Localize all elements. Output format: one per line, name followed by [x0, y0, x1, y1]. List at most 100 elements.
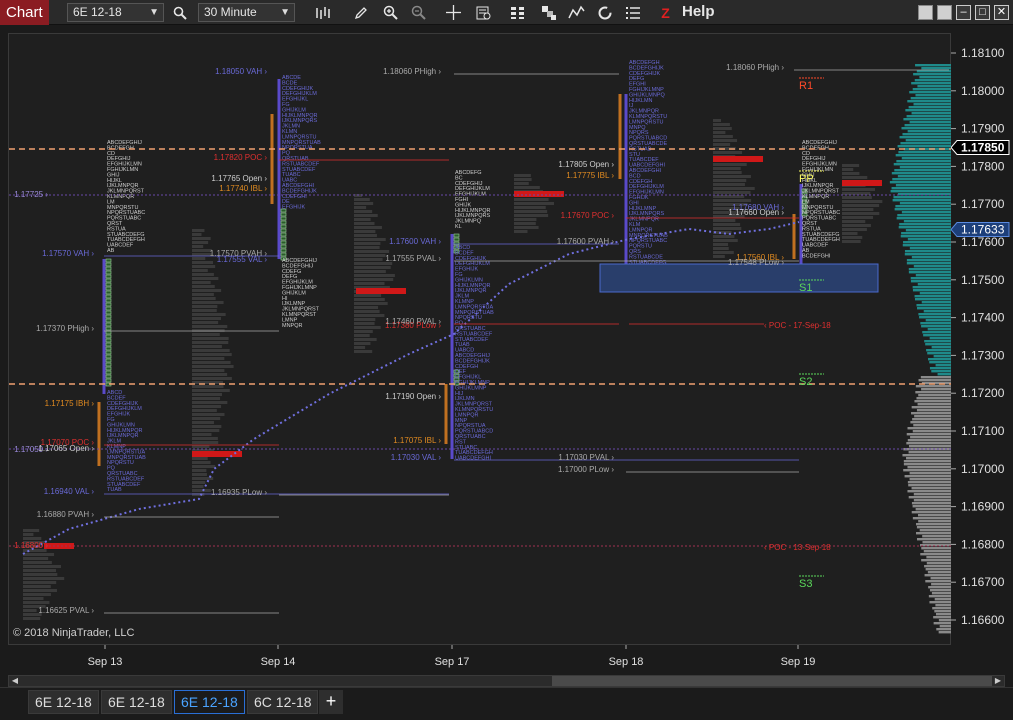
help-menu[interactable]: Help	[682, 3, 715, 20]
tpo-shade	[192, 441, 219, 444]
volume-bar	[908, 106, 952, 109]
strategies-icon[interactable]	[538, 2, 559, 23]
tpo-shade	[192, 289, 222, 292]
chart-canvas[interactable]: ABCDEFGHIJBCDEFGHCDDEFGHIJEFGHIJKLMNFGHI…	[9, 34, 952, 646]
tab-6e-3-active[interactable]: 6E 12-18	[174, 690, 245, 714]
tpo-shade	[354, 330, 373, 333]
tpo-shade	[23, 561, 52, 564]
pencil-icon[interactable]	[350, 2, 371, 23]
tpo-shade	[713, 187, 755, 190]
volume-bar	[911, 112, 952, 115]
level-label: 1.17000 PLow ›	[558, 465, 614, 474]
tpo-shade	[354, 238, 386, 241]
tpo-shade	[354, 334, 370, 337]
volume-bar	[934, 610, 952, 613]
volume-bar	[915, 274, 952, 277]
volume-bar	[926, 562, 952, 565]
tpo-single-print	[280, 216, 287, 221]
tpo-shade	[192, 285, 215, 288]
tab-6e-2[interactable]: 6E 12-18	[101, 690, 172, 714]
tpo-profiles: ABCDEFGHIJBCDEFGHCDDEFGHIJEFGHIJKLMNFGHI…	[23, 60, 883, 620]
bar-style-icon[interactable]	[312, 2, 333, 23]
tpo-shade	[713, 239, 738, 242]
volume-bar	[928, 586, 952, 589]
level-label: 1.16800 ›	[14, 541, 48, 550]
volume-bar	[903, 460, 952, 463]
tpo-single-print	[105, 318, 112, 323]
tpo-shade	[192, 433, 212, 436]
properties-icon[interactable]	[622, 2, 643, 23]
tpo-shade	[842, 168, 854, 171]
zorder-icon[interactable]: Z	[655, 2, 676, 23]
tpo-shade	[23, 565, 61, 568]
volume-bar	[923, 550, 952, 553]
volume-bar	[924, 565, 952, 568]
tpo-letter-row: TUAB	[107, 487, 122, 493]
tpo-shade	[192, 409, 217, 412]
volume-bar	[915, 385, 952, 388]
search-icon[interactable]	[169, 2, 190, 23]
tab-6e-1[interactable]: 6E 12-18	[28, 690, 99, 714]
instrument-selector[interactable]: 6E 12-18 ▼	[67, 3, 164, 22]
minimize-pane-icon[interactable]	[918, 5, 933, 20]
volume-bar	[916, 532, 952, 535]
volume-bar	[937, 373, 952, 376]
tpo-shade	[713, 123, 730, 126]
volume-bar	[926, 349, 952, 352]
tpo-shade	[192, 473, 207, 476]
price-tick-label: 1.18000	[961, 84, 1005, 98]
tab-6c[interactable]: 6C 12-18	[247, 690, 318, 714]
refresh-icon[interactable]	[594, 2, 615, 23]
tpo-single-print	[105, 378, 112, 383]
minimize-window-button[interactable]: –	[956, 5, 971, 20]
volume-bar	[903, 220, 952, 223]
scroll-thumb[interactable]	[552, 676, 992, 686]
tpo-single-print	[105, 330, 112, 335]
tpo-single-print	[453, 233, 460, 238]
volume-bar	[920, 544, 952, 547]
tpo-shade	[192, 357, 225, 360]
volume-bar	[938, 631, 952, 634]
tpo-single-print	[105, 354, 112, 359]
tpo-shade	[192, 329, 225, 332]
tpo-shade	[192, 457, 208, 460]
tpo-shade	[842, 200, 883, 203]
data-box-icon[interactable]	[473, 2, 494, 23]
tpo-shade	[354, 198, 370, 201]
interval-selector[interactable]: 30 Minute ▼	[198, 3, 295, 22]
maximize-window-button[interactable]: □	[975, 5, 990, 20]
tpo-letter-row: EFGHIJK	[282, 205, 306, 211]
zoom-in-icon[interactable]	[380, 2, 401, 23]
tpo-shade	[713, 171, 742, 174]
tpo-shade	[192, 305, 218, 308]
chart-panel[interactable]: ABCDEFGHIJBCDEFGHCDDEFGHIJEFGHIJKLMNFGHI…	[8, 33, 952, 646]
tpo-shade	[23, 529, 40, 532]
time-axis[interactable]: Sep 13 Sep 14 Sep 17 Sep 18 Sep 19	[8, 645, 951, 673]
volume-bar	[923, 310, 952, 313]
price-tick-label: 1.17800	[961, 159, 1005, 173]
horizontal-scrollbar[interactable]: ◀ ▶	[8, 675, 1005, 687]
tpo-shade	[354, 214, 378, 217]
volume-bar	[936, 628, 952, 631]
tpo-shade	[713, 183, 745, 186]
indicators-icon[interactable]	[566, 2, 587, 23]
crosshair-icon[interactable]	[443, 2, 464, 23]
add-tab-button[interactable]: +	[319, 690, 343, 714]
scroll-right-icon[interactable]: ▶	[992, 676, 1004, 686]
close-window-button[interactable]: ✕	[994, 5, 1009, 20]
restore-pane-icon[interactable]	[937, 5, 952, 20]
volume-bar	[912, 517, 952, 520]
zoom-out-icon[interactable]	[408, 2, 429, 23]
tpo-shade	[514, 182, 529, 185]
tpo-shade	[354, 326, 381, 329]
tpo-shade	[842, 188, 875, 191]
scroll-left-icon[interactable]: ◀	[9, 676, 21, 686]
chart-trader-icon[interactable]	[507, 2, 528, 23]
tpo-shade	[354, 322, 375, 325]
volume-bar	[915, 508, 952, 511]
volume-bar	[909, 247, 952, 250]
zone-rectangle[interactable]	[599, 263, 879, 293]
tpo-shade	[192, 417, 221, 420]
price-tick-label: 1.17500	[961, 273, 1005, 287]
price-axis[interactable]: 1.18100 1.18000 1.17900 1.17800 1.17700 1.176…	[950, 33, 1013, 645]
